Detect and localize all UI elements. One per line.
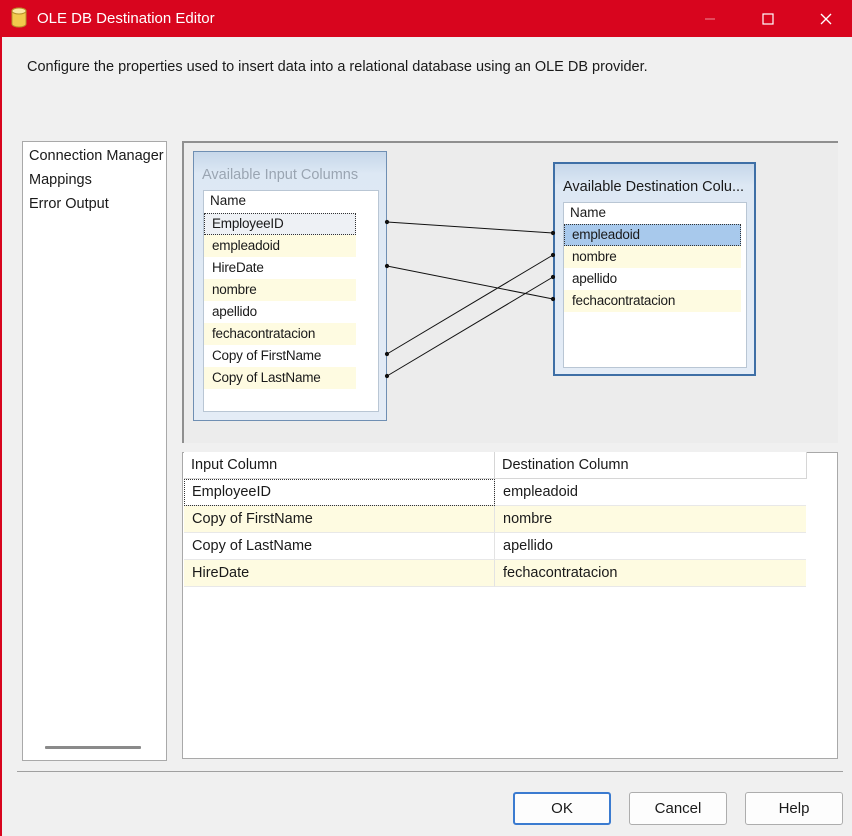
window-frame [0, 37, 2, 836]
horizontal-scrollbar[interactable] [45, 746, 141, 749]
destination-column-cell[interactable]: empleadoid [495, 479, 806, 506]
destination-column-item[interactable]: nombre [564, 246, 741, 268]
table-row: Copy of FirstName nombre [184, 506, 806, 533]
input-column-cell[interactable]: Copy of LastName [184, 533, 495, 560]
input-list-header: Name [210, 193, 247, 208]
destination-panel-title: Available Destination Colu... [563, 179, 745, 195]
window-title: OLE DB Destination Editor [37, 10, 215, 27]
table-row: EmployeeID empleadoid [184, 479, 806, 506]
destination-column-item[interactable]: apellido [564, 268, 741, 290]
minimize-button[interactable] [687, 0, 733, 37]
nav-item-error-output[interactable]: Error Output [29, 196, 109, 212]
page-navigation: Connection Manager Mappings Error Output [22, 141, 167, 761]
dialog-description: Configure the properties used to insert … [27, 59, 648, 75]
input-column-item[interactable]: empleadoid [204, 235, 356, 257]
available-destination-columns-panel[interactable]: Available Destination Colu... Name emple… [553, 162, 756, 376]
input-panel-title: Available Input Columns [202, 167, 359, 183]
destination-list-header: Name [570, 205, 607, 220]
table-row: Copy of LastName apellido [184, 533, 806, 560]
destination-columns-list: Name empleadoid nombre apellido fechacon… [563, 202, 747, 368]
footer-separator [17, 771, 843, 772]
maximize-button[interactable] [745, 0, 791, 37]
ok-button[interactable]: OK [513, 792, 611, 825]
database-icon [10, 7, 28, 29]
input-column-cell[interactable]: HireDate [184, 560, 495, 587]
cancel-button[interactable]: Cancel [629, 792, 727, 825]
input-column-cell[interactable]: EmployeeID [184, 479, 495, 506]
destination-column-cell[interactable]: apellido [495, 533, 806, 560]
available-input-columns-panel[interactable]: Available Input Columns Name EmployeeID … [193, 151, 387, 421]
input-column-item[interactable]: Copy of LastName [204, 367, 356, 389]
column-header-destination[interactable]: Destination Column [495, 452, 807, 479]
title-bar: OLE DB Destination Editor [0, 0, 852, 37]
input-column-item[interactable]: nombre [204, 279, 356, 301]
close-button[interactable] [803, 0, 849, 37]
destination-column-item[interactable]: fechacontratacion [564, 290, 741, 312]
table-row: HireDate fechacontratacion [184, 560, 806, 587]
destination-column-item[interactable]: empleadoid [564, 224, 741, 246]
input-column-item[interactable]: EmployeeID [204, 213, 356, 235]
help-button[interactable]: Help [745, 792, 843, 825]
column-header-input[interactable]: Input Column [184, 452, 495, 479]
input-column-cell[interactable]: Copy of FirstName [184, 506, 495, 533]
input-columns-list: Name EmployeeID empleadoid HireDate nomb… [203, 190, 379, 412]
input-column-item[interactable]: fechacontratacion [204, 323, 356, 345]
destination-column-cell[interactable]: nombre [495, 506, 806, 533]
input-column-item[interactable]: apellido [204, 301, 356, 323]
nav-item-mappings[interactable]: Mappings [29, 172, 92, 188]
destination-column-cell[interactable]: fechacontratacion [495, 560, 806, 587]
input-column-item[interactable]: Copy of FirstName [204, 345, 356, 367]
input-column-item[interactable]: HireDate [204, 257, 356, 279]
nav-item-connection-manager[interactable]: Connection Manager [29, 148, 164, 164]
